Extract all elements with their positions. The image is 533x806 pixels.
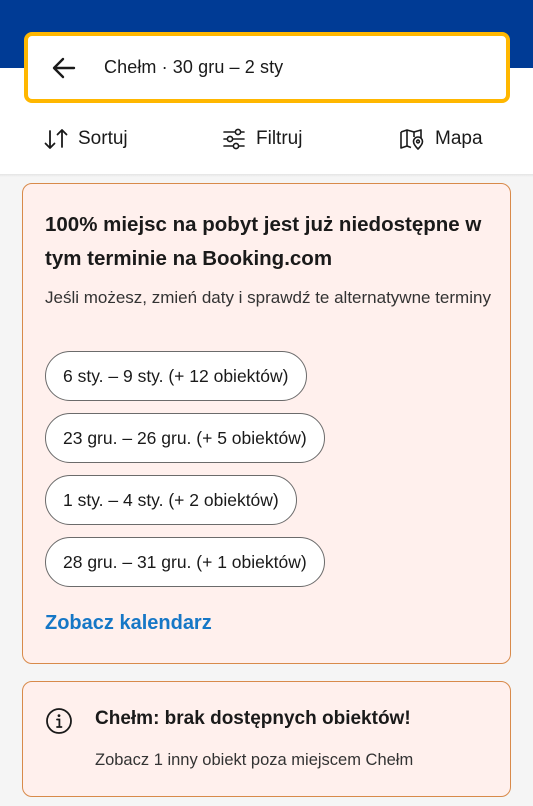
sort-label: Sortuj	[78, 128, 128, 149]
see-calendar-link[interactable]: Zobacz kalendarz	[45, 612, 212, 635]
map-label: Mapa	[435, 128, 483, 149]
sort-icon	[44, 129, 68, 149]
alternative-dates-chip[interactable]: 1 sty. – 4 sty. (+ 2 obiektów)	[45, 475, 297, 525]
alternative-dates-chip[interactable]: 6 sty. – 9 sty. (+ 12 obiektów)	[45, 351, 307, 401]
filter-label: Filtruj	[256, 128, 303, 149]
map-icon	[400, 129, 424, 150]
info-icon	[46, 708, 72, 734]
map-button[interactable]: Mapa	[399, 128, 483, 150]
availability-subtitle: Jeśli możesz, zmień daty i sprawdź te al…	[45, 288, 491, 307]
no-results-card[interactable]: Chełm: brak dostępnych obiektów! Zobacz …	[22, 681, 511, 797]
search-summary-box[interactable]: Chełm · 30 gru – 2 sty	[24, 32, 510, 103]
alternative-dates-chip[interactable]: 23 gru. – 26 gru. (+ 5 obiektów)	[45, 413, 325, 463]
back-arrow-icon[interactable]	[50, 54, 78, 82]
toolbar-divider	[0, 174, 533, 177]
availability-title: 100% miejsc na pobyt jest już niedostępn…	[45, 213, 482, 270]
results-toolbar: Sortuj Filtruj Mapa	[0, 114, 533, 170]
filter-button[interactable]: Filtruj	[222, 128, 302, 150]
filter-icon	[223, 128, 245, 150]
no-results-subtitle: Zobacz 1 inny obiekt poza miejscem Chełm	[95, 751, 414, 769]
no-results-title: Chełm: brak dostępnych obiektów!	[95, 708, 411, 729]
search-summary-text: Chełm · 30 gru – 2 sty	[104, 57, 284, 77]
sort-button[interactable]: Sortuj	[44, 128, 128, 150]
alternative-dates-chip[interactable]: 28 gru. – 31 gru. (+ 1 obiektów)	[45, 537, 325, 587]
availability-card: 100% miejsc na pobyt jest już niedostępn…	[22, 183, 511, 664]
